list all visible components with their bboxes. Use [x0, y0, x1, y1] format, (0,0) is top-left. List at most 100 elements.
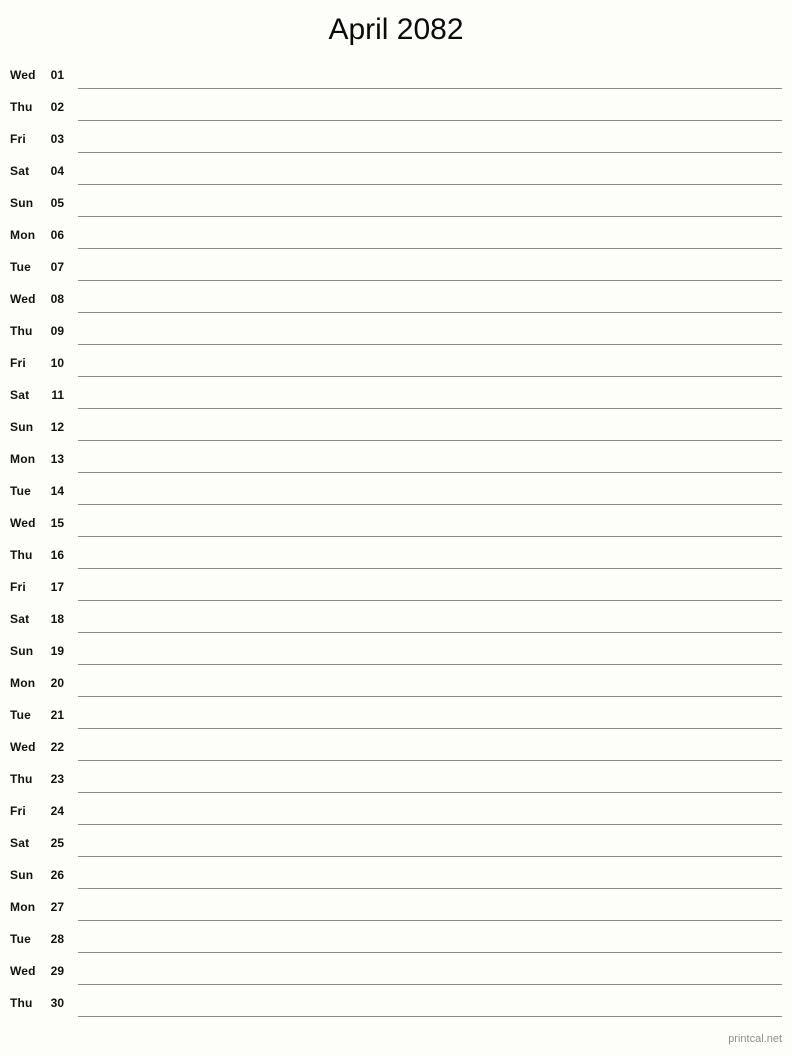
weekday-label: Sat — [10, 388, 30, 402]
weekday-label: Wed — [10, 516, 36, 530]
day-number: 06 — [50, 228, 64, 242]
day-number: 15 — [50, 516, 64, 530]
day-row: Tue 28 — [0, 924, 792, 956]
writing-line[interactable] — [78, 248, 782, 249]
weekday-label: Wed — [10, 292, 36, 306]
weekday-label: Tue — [10, 260, 32, 274]
writing-line[interactable] — [78, 152, 782, 153]
writing-line[interactable] — [78, 376, 782, 377]
weekday-label: Sat — [10, 612, 30, 626]
day-row: Sat 25 — [0, 828, 792, 860]
day-row: Wed 22 — [0, 732, 792, 764]
day-row: Tue 21 — [0, 700, 792, 732]
writing-line[interactable] — [78, 472, 782, 473]
day-number: 14 — [50, 484, 64, 498]
day-label-group: Mon 13 — [0, 444, 70, 476]
day-label-group: Fri 24 — [0, 796, 70, 828]
weekday-label: Mon — [10, 228, 36, 242]
day-row: Thu 23 — [0, 764, 792, 796]
writing-line[interactable] — [78, 216, 782, 217]
weekday-label: Mon — [10, 900, 36, 914]
writing-line[interactable] — [78, 888, 782, 889]
day-label-group: Thu 02 — [0, 92, 70, 124]
day-number: 20 — [50, 676, 64, 690]
writing-line[interactable] — [78, 600, 782, 601]
weekday-label: Sun — [10, 196, 34, 210]
day-label-group: Tue 21 — [0, 700, 70, 732]
day-label-group: Tue 07 — [0, 252, 70, 284]
day-label-group: Sun 19 — [0, 636, 70, 668]
writing-line[interactable] — [78, 408, 782, 409]
writing-line[interactable] — [78, 184, 782, 185]
weekday-label: Wed — [10, 68, 36, 82]
day-label-group: Sat 18 — [0, 604, 70, 636]
day-row: Sun 12 — [0, 412, 792, 444]
weekday-label: Sun — [10, 420, 34, 434]
weekday-label: Sun — [10, 644, 34, 658]
day-label-group: Sun 26 — [0, 860, 70, 892]
writing-line[interactable] — [78, 536, 782, 537]
day-row: Wed 01 — [0, 60, 792, 92]
weekday-label: Tue — [10, 932, 32, 946]
weekday-label: Sat — [10, 164, 30, 178]
day-label-group: Tue 14 — [0, 476, 70, 508]
writing-line[interactable] — [78, 760, 782, 761]
day-row: Thu 16 — [0, 540, 792, 572]
writing-line[interactable] — [78, 1016, 782, 1017]
writing-line[interactable] — [78, 664, 782, 665]
writing-line[interactable] — [78, 632, 782, 633]
writing-line[interactable] — [78, 984, 782, 985]
day-row: Sun 19 — [0, 636, 792, 668]
day-number: 11 — [51, 388, 64, 402]
writing-line[interactable] — [78, 696, 782, 697]
day-label-group: Mon 27 — [0, 892, 70, 924]
day-number: 02 — [50, 100, 64, 114]
day-label-group: Fri 03 — [0, 124, 70, 156]
day-number: 17 — [50, 580, 64, 594]
day-row: Fri 03 — [0, 124, 792, 156]
writing-line[interactable] — [78, 312, 782, 313]
day-number: 13 — [50, 452, 64, 466]
day-label-group: Wed 08 — [0, 284, 70, 316]
day-label-group: Wed 29 — [0, 956, 70, 988]
weekday-label: Mon — [10, 452, 36, 466]
day-row: Mon 27 — [0, 892, 792, 924]
writing-line[interactable] — [78, 344, 782, 345]
day-row: Tue 14 — [0, 476, 792, 508]
day-number: 19 — [50, 644, 64, 658]
day-label-group: Fri 10 — [0, 348, 70, 380]
weekday-label: Fri — [10, 132, 26, 146]
writing-line[interactable] — [78, 824, 782, 825]
day-label-group: Thu 09 — [0, 316, 70, 348]
day-number: 28 — [50, 932, 64, 946]
day-number: 29 — [50, 964, 64, 978]
writing-line[interactable] — [78, 728, 782, 729]
day-number: 21 — [50, 708, 64, 722]
writing-line[interactable] — [78, 920, 782, 921]
writing-line[interactable] — [78, 856, 782, 857]
writing-line[interactable] — [78, 440, 782, 441]
day-number: 03 — [50, 132, 64, 146]
writing-line[interactable] — [78, 568, 782, 569]
writing-line[interactable] — [78, 88, 782, 89]
day-row: Mon 06 — [0, 220, 792, 252]
writing-line[interactable] — [78, 952, 782, 953]
day-number: 18 — [50, 612, 64, 626]
day-row: Tue 07 — [0, 252, 792, 284]
day-number: 23 — [50, 772, 64, 786]
day-row: Sun 26 — [0, 860, 792, 892]
weekday-label: Mon — [10, 676, 36, 690]
day-number: 26 — [50, 868, 64, 882]
writing-line[interactable] — [78, 120, 782, 121]
day-label-group: Mon 20 — [0, 668, 70, 700]
writing-line[interactable] — [78, 280, 782, 281]
weekday-label: Sun — [10, 868, 34, 882]
day-label-group: Sat 25 — [0, 828, 70, 860]
writing-line[interactable] — [78, 792, 782, 793]
day-label-group: Tue 28 — [0, 924, 70, 956]
writing-line[interactable] — [78, 504, 782, 505]
day-label-group: Sun 05 — [0, 188, 70, 220]
day-label-group: Thu 16 — [0, 540, 70, 572]
day-row: Fri 24 — [0, 796, 792, 828]
day-label-group: Wed 01 — [0, 60, 70, 92]
